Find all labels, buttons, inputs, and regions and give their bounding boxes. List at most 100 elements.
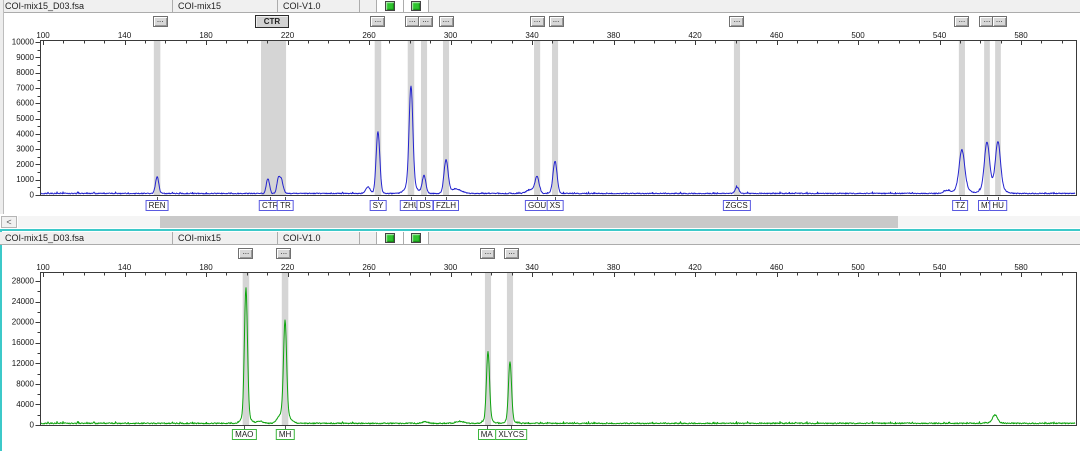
marker-bin-tz [959, 41, 965, 195]
x-axis-label: 460 [770, 263, 784, 272]
marker-button-ma[interactable]: ... [480, 248, 495, 259]
x-axis-label: 100 [36, 31, 50, 40]
trace-green [41, 288, 1075, 424]
sample-file-cell[interactable]: COI-mix15_D03.fsa [0, 232, 173, 244]
marker-button-tz[interactable]: ... [954, 16, 969, 27]
panel-name-cell[interactable]: COI-V1.0 [278, 232, 360, 244]
y-axis-label: 20000 [12, 318, 35, 327]
x-axis-label: 300 [444, 263, 458, 272]
y-axis-label: 5000 [16, 114, 34, 123]
x-axis-label: 220 [281, 263, 295, 272]
sample-panel-blue: COI-mix15_D03.fsa COI-mix15 COI-V1.0 ...… [0, 0, 1080, 213]
left-gutter [0, 0, 4, 214]
dye-checked-icon [411, 1, 421, 11]
marker-label-ma[interactable]: MA [478, 429, 496, 440]
electropherogram-blue[interactable]: 1001401802202603003403804204605005405800… [0, 29, 1080, 201]
x-axis-label: 260 [362, 263, 376, 272]
scrollbar-track[interactable] [18, 216, 1080, 228]
marker-label-sy[interactable]: SY [370, 200, 387, 211]
y-axis-label: 24000 [12, 297, 35, 306]
y-axis-label: 10000 [12, 38, 35, 47]
marker-button-gou[interactable]: ... [530, 16, 545, 27]
y-axis-label: 16000 [12, 338, 35, 347]
electropherogram-green[interactable]: 1001401802202603003403804204605005405800… [0, 261, 1080, 433]
marker-label-ren[interactable]: REN [146, 200, 169, 211]
y-axis-label: 2000 [16, 160, 34, 169]
dye-checkbox-2[interactable] [404, 0, 429, 12]
dye-checkbox-1[interactable] [377, 232, 404, 244]
header-filler-cell [429, 232, 1080, 244]
marker-label-tr[interactable]: TR [277, 200, 294, 211]
header-spacer-cell [360, 0, 377, 12]
x-axis-label: 380 [607, 31, 621, 40]
marker-label-tz[interactable]: TZ [952, 200, 968, 211]
dye-checked-icon [411, 233, 421, 243]
plot-frame [41, 273, 1077, 426]
marker-bin-mh [282, 273, 289, 425]
marker-bin-hu [995, 41, 1001, 195]
marker-label-fzlh[interactable]: FZLH [433, 200, 459, 211]
sample-name-cell[interactable]: COI-mix15 [173, 232, 278, 244]
y-axis-label: 12000 [12, 359, 35, 368]
marker-button-xs[interactable]: ... [549, 16, 564, 27]
y-axis-label: 4000 [16, 129, 34, 138]
dye-checkbox-1[interactable] [377, 0, 404, 12]
marker-bin-gou [534, 41, 540, 195]
y-axis-label: 9000 [16, 53, 34, 62]
marker-button-xlycs[interactable]: ... [504, 248, 519, 259]
marker-label-gou[interactable]: GOU [525, 200, 549, 211]
y-axis-label: 7000 [16, 83, 34, 92]
marker-button-ren[interactable]: ... [153, 16, 168, 27]
marker-label-xs[interactable]: XS [547, 200, 564, 211]
marker-button-mao[interactable]: ... [238, 248, 253, 259]
x-axis-label: 260 [362, 31, 376, 40]
x-axis-label: 580 [1014, 263, 1028, 272]
x-axis-label: 500 [851, 31, 865, 40]
marker-button-fzlh[interactable]: ... [439, 16, 454, 27]
marker-label-xlycs[interactable]: XLYCS [495, 429, 527, 440]
marker-bin-my [984, 41, 990, 195]
marker-button-sy[interactable]: ... [370, 16, 385, 27]
y-axis-label: 4000 [16, 400, 34, 409]
x-axis-label: 420 [688, 263, 702, 272]
header-spacer-cell [360, 232, 377, 244]
scrollbar-thumb[interactable] [160, 216, 898, 228]
marker-label-hu[interactable]: HU [989, 200, 1007, 211]
x-axis-label: 340 [525, 263, 539, 272]
marker-button-zgcs[interactable]: ... [729, 16, 744, 27]
marker-bin-ctr [261, 41, 286, 195]
sample-file-cell[interactable]: COI-mix15_D03.fsa [0, 0, 173, 12]
marker-label-mh[interactable]: MH [276, 429, 294, 440]
marker-bin-ren [154, 41, 161, 195]
x-axis-label: 100 [36, 263, 50, 272]
marker-button-mh[interactable]: ... [276, 248, 291, 259]
genotyping-plot-window: COI-mix15_D03.fsa COI-mix15 COI-V1.0 ...… [0, 0, 1080, 451]
x-axis-label: 540 [933, 263, 947, 272]
x-axis-label: 500 [851, 263, 865, 272]
x-axis-label: 540 [933, 31, 947, 40]
range-button-ctr[interactable]: CTR [255, 15, 289, 28]
x-axis-label: 340 [525, 31, 539, 40]
sample-name-cell[interactable]: COI-mix15 [173, 0, 278, 12]
x-axis-label: 180 [199, 31, 213, 40]
x-axis-label: 300 [444, 31, 458, 40]
y-axis-label: 8000 [16, 379, 34, 388]
y-axis-label: 6000 [16, 99, 34, 108]
dye-checked-icon [385, 1, 395, 11]
marker-label-row: MAO MH MAXLYCS [0, 426, 1080, 443]
dye-checkbox-2[interactable] [404, 232, 429, 244]
marker-label-zgcs[interactable]: ZGCS [722, 200, 750, 211]
panel-name-cell[interactable]: COI-V1.0 [278, 0, 360, 12]
marker-label-mao[interactable]: MAO [232, 429, 256, 440]
marker-label-ds[interactable]: DS [417, 200, 434, 211]
x-axis-label: 180 [199, 263, 213, 272]
x-axis-label: 140 [118, 263, 132, 272]
marker-button-hu[interactable]: ... [992, 16, 1007, 27]
marker-bin-mao [243, 273, 250, 425]
x-axis-label: 460 [770, 31, 784, 40]
scroll-left-button[interactable]: < [1, 216, 17, 228]
plot-horizontal-scrollbar: < [0, 215, 1080, 228]
y-axis-label: 8000 [16, 68, 34, 77]
x-axis-label: 220 [281, 31, 295, 40]
marker-button-ds[interactable]: ... [418, 16, 433, 27]
